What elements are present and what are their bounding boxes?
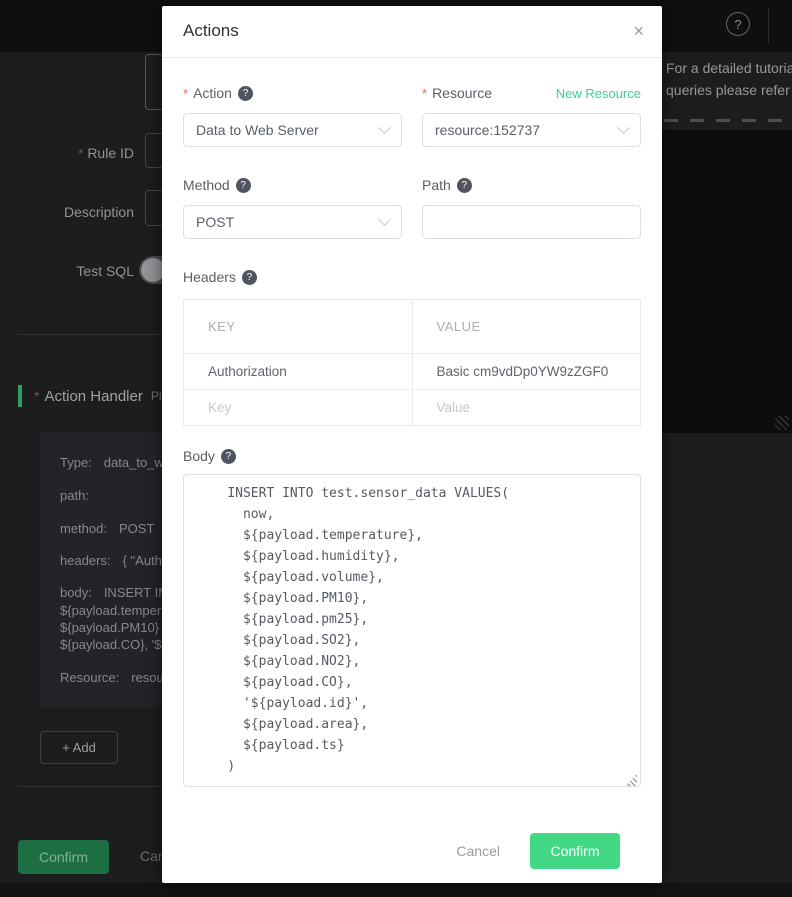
- header-key-cell[interactable]: Authorization: [184, 354, 413, 390]
- sql-editor-background: [662, 130, 792, 433]
- path-label: Path: [422, 177, 451, 193]
- close-icon[interactable]: ×: [633, 20, 644, 42]
- dashed-separator: [664, 119, 792, 122]
- header-value-cell[interactable]: Basic cm9vdDp0YW9zZGF0: [412, 354, 641, 390]
- sql-input-edge[interactable]: [145, 54, 162, 110]
- test-sql-label: Test SQL: [0, 263, 134, 279]
- question-icon[interactable]: ?: [242, 270, 257, 285]
- action-label: Action: [193, 85, 232, 101]
- action-label-line: * Action ?: [183, 83, 402, 103]
- question-icon[interactable]: ?: [236, 178, 251, 193]
- action-group: * Action ? Data to Web Server: [183, 83, 402, 147]
- action-handler-hint: Pl: [151, 389, 162, 403]
- resize-handle-icon[interactable]: [775, 416, 789, 430]
- topbar-divider: [768, 9, 769, 43]
- card-line-body: body:INSERT IN: [60, 585, 168, 600]
- confirm-button[interactable]: Confirm: [530, 833, 620, 869]
- resource-label-line: * Resource New Resource: [422, 83, 641, 103]
- chevron-down-icon: [617, 121, 630, 134]
- action-select[interactable]: Data to Web Server: [183, 113, 402, 147]
- action-handler-heading: * Action Handler Pl: [18, 384, 162, 408]
- required-asterisk: *: [183, 86, 188, 101]
- method-label-line: Method ?: [183, 175, 402, 195]
- path-input[interactable]: [422, 205, 641, 239]
- rule-id-label: *Rule ID: [0, 145, 134, 161]
- new-resource-link[interactable]: New Resource: [556, 86, 641, 101]
- method-select[interactable]: POST: [183, 205, 402, 239]
- card-line-body-2: ${payload.temper: [60, 603, 161, 618]
- action-select-value: Data to Web Server: [196, 122, 319, 138]
- card-line-path: path:: [60, 488, 101, 503]
- resource-group: * Resource New Resource resource:152737: [422, 83, 641, 147]
- table-row-placeholder: Key Value: [184, 390, 641, 426]
- body-label-line: Body ?: [183, 446, 641, 466]
- question-icon[interactable]: ?: [221, 449, 236, 464]
- body-textarea-wrap: INSERT INTO test.sensor_data VALUES( now…: [183, 474, 641, 792]
- help-icon[interactable]: ?: [726, 12, 750, 36]
- description-input-edge[interactable]: [145, 190, 162, 226]
- body-textarea[interactable]: INSERT INTO test.sensor_data VALUES( now…: [183, 474, 641, 787]
- table-row: Authorization Basic cm9vdDp0YW9zZGF0: [184, 354, 641, 390]
- headers-label-line: Headers ?: [183, 267, 641, 287]
- key-column-header: KEY: [184, 300, 413, 354]
- bottom-strip: [0, 883, 792, 897]
- green-accent-bar: [18, 385, 22, 407]
- tutorial-text: For a detailed tutorial queries please r…: [666, 57, 792, 101]
- body-label: Body: [183, 448, 215, 464]
- method-group: Method ? POST: [183, 175, 402, 239]
- card-line-body-4: ${payload.CO}, '$: [60, 637, 162, 652]
- description-label: Description: [0, 204, 134, 220]
- value-column-header: VALUE: [412, 300, 641, 354]
- path-group: Path ?: [422, 175, 641, 239]
- row-action-resource: * Action ? Data to Web Server * Resource: [183, 83, 641, 147]
- card-line-method: method:POST: [60, 521, 154, 536]
- resource-select[interactable]: resource:152737: [422, 113, 641, 147]
- path-label-line: Path ?: [422, 175, 641, 195]
- resource-select-value: resource:152737: [435, 122, 540, 138]
- header-value-placeholder[interactable]: Value: [412, 390, 641, 426]
- actions-modal: Actions × * Action ? Data to Web Server: [162, 6, 662, 883]
- method-label: Method: [183, 177, 230, 193]
- row-method-path: Method ? POST Path ?: [183, 175, 641, 239]
- headers-label: Headers: [183, 269, 236, 285]
- modal-title: Actions: [183, 21, 239, 41]
- chevron-down-icon: [378, 121, 391, 134]
- required-asterisk: *: [34, 388, 39, 404]
- add-action-button[interactable]: + Add: [40, 731, 118, 764]
- footer-divider: [18, 786, 162, 787]
- card-line-resource: Resource:resou: [60, 670, 164, 685]
- header-key-placeholder[interactable]: Key: [184, 390, 413, 426]
- modal-footer: Cancel Confirm: [183, 792, 641, 869]
- modal-body: * Action ? Data to Web Server * Resource: [162, 58, 662, 869]
- required-asterisk: *: [422, 86, 427, 101]
- card-line-headers: headers:{ "Auth: [60, 553, 162, 568]
- card-line-type: Type:data_to_w: [60, 455, 164, 470]
- headers-table: KEY VALUE Authorization Basic cm9vdDp0YW…: [183, 299, 641, 426]
- required-asterisk: *: [78, 146, 83, 161]
- resource-label: Resource: [432, 85, 492, 101]
- question-icon[interactable]: ?: [238, 86, 253, 101]
- method-select-value: POST: [196, 214, 234, 230]
- screen: ? For a detailed tutorial queries please…: [0, 0, 792, 897]
- card-line-body-3: ${payload.PM10}: [60, 620, 159, 635]
- rule-id-input-edge[interactable]: [145, 133, 162, 168]
- tutorial-line-2: queries please refer to: [666, 79, 792, 101]
- action-handler-label: Action Handler: [44, 388, 142, 405]
- modal-header: Actions ×: [162, 6, 662, 58]
- chevron-down-icon: [378, 213, 391, 226]
- question-icon[interactable]: ?: [457, 178, 472, 193]
- headers-table-header-row: KEY VALUE: [184, 300, 641, 354]
- page-confirm-button[interactable]: Confirm: [18, 840, 109, 874]
- cancel-button[interactable]: Cancel: [456, 843, 500, 859]
- section-divider: [18, 334, 162, 335]
- tutorial-line-1: For a detailed tutorial: [666, 57, 792, 79]
